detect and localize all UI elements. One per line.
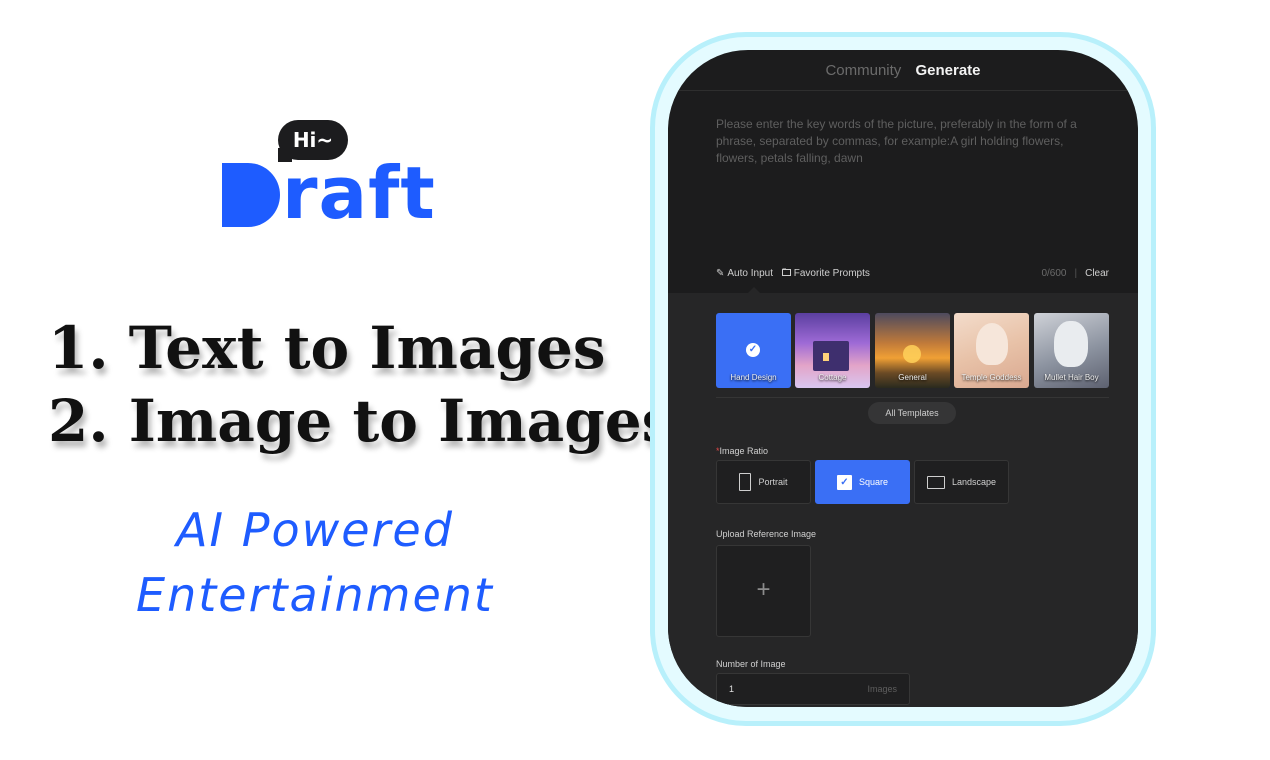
ratio-portrait-button[interactable]: Portrait (716, 460, 811, 504)
template-label: Temple Goddess (961, 373, 1022, 382)
auto-input-label: Auto Input (727, 268, 773, 279)
square-check-icon: ✓ (836, 474, 852, 490)
template-label: Hand Design (730, 373, 777, 382)
panel-notch (748, 287, 760, 293)
feature-image-to-images: 2. Image to Images (48, 387, 675, 455)
template-cottage[interactable]: Cottage (795, 313, 870, 388)
ratio-label: Landscape (951, 477, 997, 487)
template-divider (716, 397, 1109, 398)
template-label: Cottage (818, 373, 847, 382)
plus-icon: + (756, 576, 771, 603)
check-icon: ✓ (746, 343, 760, 357)
goddess-thumbnail (976, 323, 1008, 365)
logo-word: raft (282, 151, 436, 235)
upload-reference-label: Upload Reference Image (716, 529, 817, 539)
draft-logo: Hi~ raft (222, 118, 437, 235)
tab-generate[interactable]: Generate (915, 50, 980, 92)
number-of-image-input[interactable]: 1 Images (716, 673, 910, 705)
template-label: Mullet Hair Boy (1044, 373, 1099, 382)
tagline-line-2: Entertainment (136, 568, 494, 622)
phone-screen: Community Generate Please enter the key … (668, 50, 1138, 707)
number-value: 1 (729, 684, 735, 694)
clear-button[interactable]: Clear (1085, 268, 1109, 279)
prompt-toolbar: ✎ Auto Input Favorite Prompts 0/600 | Clea… (716, 268, 1109, 282)
auto-input-button[interactable]: ✎ Auto Input (716, 268, 773, 279)
char-counter: 0/600 (1041, 268, 1067, 279)
number-of-image-label: Number of Image (716, 659, 786, 669)
template-hand-design[interactable]: ✓ Hand Design (716, 313, 791, 388)
template-mullet-hair-boy[interactable]: Mullet Hair Boy (1034, 313, 1109, 388)
template-strip: ✓ Hand Design Cottage General Temple God… (716, 313, 1109, 388)
counter-divider: | (1074, 268, 1078, 279)
tab-community[interactable]: Community (825, 50, 901, 92)
favorite-prompts-label: Favorite Prompts (793, 268, 870, 279)
sunset-thumbnail (903, 345, 921, 363)
pencil-icon: ✎ (716, 268, 725, 279)
ratio-landscape-button[interactable]: Landscape (914, 460, 1009, 504)
template-temple-goddess[interactable]: Temple Goddess (954, 313, 1029, 388)
tab-bar: Community Generate (668, 50, 1138, 91)
portrait-icon (739, 473, 752, 491)
feature-list: 1. Text to Images 2. Image to Images (48, 312, 674, 458)
cottage-window (823, 353, 829, 361)
folder-star-icon (781, 268, 791, 279)
boy-thumbnail (1054, 321, 1088, 367)
ratio-label: Portrait (758, 477, 788, 487)
favorite-prompts-button[interactable]: Favorite Prompts (781, 268, 870, 279)
cottage-thumbnail (813, 341, 849, 371)
prompt-counter-area: 0/600 | Clear (1041, 268, 1109, 279)
ratio-label: Square (858, 477, 889, 487)
ratio-square-button[interactable]: ✓ Square (815, 460, 910, 504)
all-templates-button[interactable]: All Templates (868, 402, 956, 424)
landscape-icon (926, 475, 945, 489)
template-label: General (898, 373, 927, 382)
logo-d-shape (222, 163, 280, 227)
number-unit: Images (867, 684, 897, 694)
template-general[interactable]: General (875, 313, 950, 388)
prompt-input[interactable]: Please enter the key words of the pictur… (716, 116, 1101, 167)
feature-text-to-images: 1. Text to Images (48, 314, 606, 382)
upload-reference-button[interactable]: + (716, 545, 811, 637)
image-ratio-label: Image Ratio (719, 446, 769, 456)
tagline-line-1: AI Powered (176, 503, 454, 557)
image-ratio-heading: *Image Ratio (716, 446, 768, 456)
